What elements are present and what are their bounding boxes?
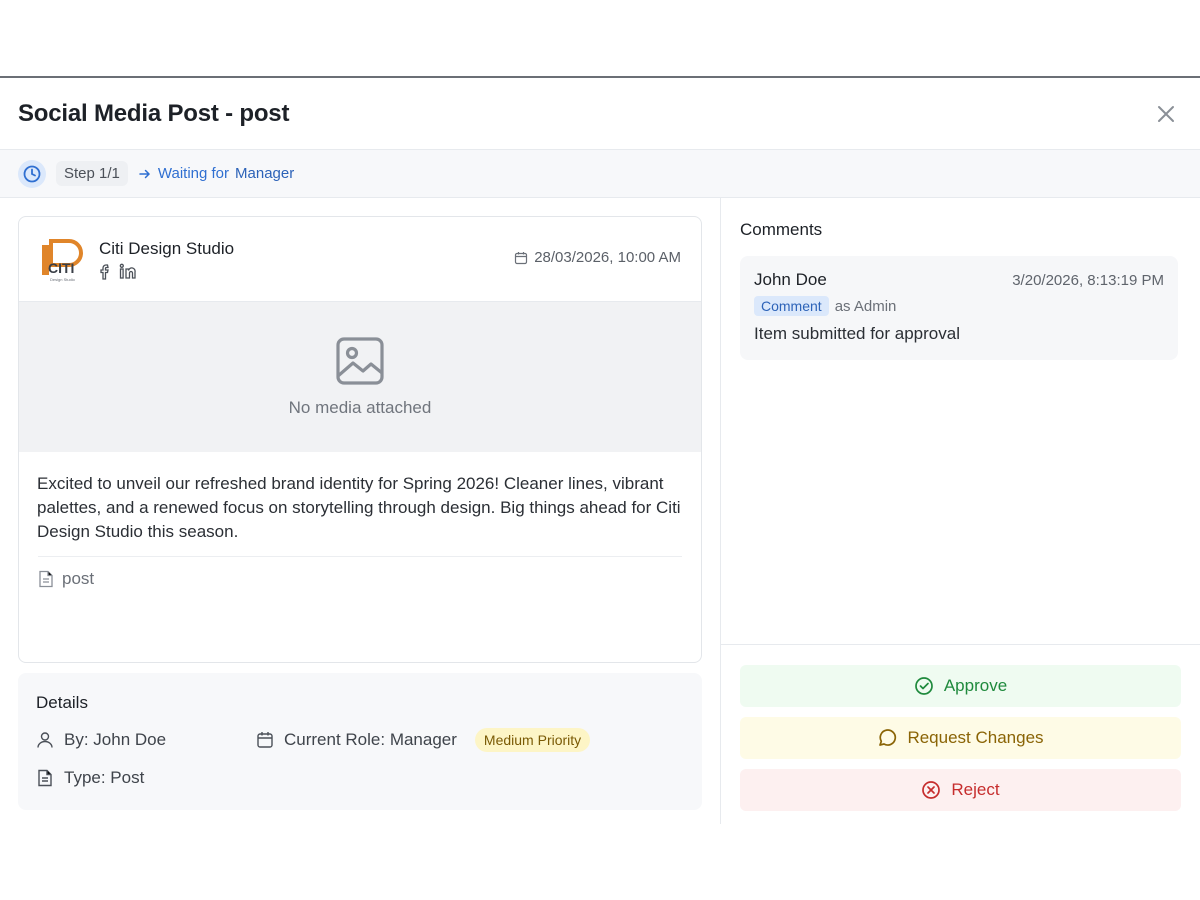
details-panel: Details By: John Doe Current Role: Manag… [18, 673, 702, 810]
reject-label: Reject [951, 780, 1000, 799]
request-changes-button[interactable]: Request Changes [740, 717, 1181, 759]
request-changes-label: Request Changes [907, 728, 1044, 747]
comment-text: Item submitted for approval [754, 324, 960, 343]
comment-item: John Doe 3/20/2026, 8:13:19 PM Comment a… [740, 256, 1178, 360]
priority-badge: Medium Priority [474, 728, 591, 752]
svg-text:CITI: CITI [48, 260, 74, 276]
reject-button[interactable]: Reject [740, 769, 1181, 811]
type-text: Type: Post [64, 768, 145, 787]
media-placeholder-text: No media attached [288, 398, 432, 417]
facebook-icon [100, 263, 109, 280]
svg-text:Design Studio: Design Studio [50, 277, 76, 282]
media-placeholder: No media attached [19, 302, 701, 452]
x-circle-icon [922, 781, 941, 799]
comment-role: as Admin [834, 297, 897, 315]
workflow-status-bar: Step 1/1 Waiting for Manager [0, 150, 1200, 198]
review-modal: Social Media Post - post Step 1/1 Waitin… [0, 76, 1200, 824]
clock-icon [18, 159, 46, 188]
modal-title: Social Media Post - post [18, 99, 290, 127]
approve-label: Approve [943, 676, 1008, 695]
waiting-role: Manager [235, 165, 295, 182]
waiting-status: Waiting for Manager [138, 165, 294, 182]
close-button[interactable] [1152, 100, 1180, 128]
comment-author: John Doe [754, 270, 827, 289]
role-detail: Current Role: Manager [256, 730, 457, 750]
brand-logo: CITI Design Studio [42, 239, 83, 282]
user-icon [37, 732, 53, 748]
calendar-icon [257, 732, 273, 748]
post-header: CITI Design Studio Citi Design Studio 28… [19, 217, 701, 302]
author-detail: By: John Doe [36, 730, 256, 750]
role-text: Current Role: Manager [284, 730, 457, 749]
author-text: By: John Doe [64, 730, 167, 749]
document-icon [38, 769, 52, 787]
post-preview-panel: CITI Design Studio Citi Design Studio 28… [0, 198, 721, 824]
post-type: post [19, 557, 701, 601]
approval-actions: Approve Request Changes Reject [721, 644, 1200, 824]
message-circle-icon [879, 729, 897, 746]
post-card: CITI Design Studio Citi Design Studio 28… [18, 216, 702, 663]
social-networks [99, 263, 234, 280]
comment-type-badge: Comment [754, 296, 829, 316]
type-detail: Type: Post [36, 768, 144, 788]
comments-title: Comments [740, 220, 823, 239]
arrow-right-icon [139, 169, 150, 178]
details-row: Type: Post [36, 767, 684, 789]
check-circle-icon [914, 677, 933, 695]
modal-body: CITI Design Studio Citi Design Studio 28… [0, 198, 1200, 824]
modal-header: Social Media Post - post [0, 78, 1200, 150]
waiting-prefix: Waiting for [157, 165, 230, 182]
brand-info: Citi Design Studio [99, 239, 234, 280]
post-caption: Excited to unveil our refreshed brand id… [37, 474, 681, 541]
step-indicator: Step 1/1 [56, 161, 128, 186]
close-icon [1158, 105, 1174, 122]
post-type-label: post [62, 569, 95, 588]
brand-name: Citi Design Studio [99, 238, 235, 258]
details-title: Details [36, 693, 88, 712]
calendar-icon [515, 251, 528, 264]
approve-button[interactable]: Approve [740, 665, 1181, 707]
comments-section: Comments John Doe 3/20/2026, 8:13:19 PM … [721, 198, 1200, 644]
scheduled-date-text: 28/03/2026, 10:00 AM [534, 249, 681, 266]
comment-timestamp: 3/20/2026, 8:13:19 PM [1012, 272, 1164, 289]
linkedin-icon [119, 263, 136, 279]
scheduled-date: 28/03/2026, 10:00 AM [514, 249, 681, 266]
image-icon [336, 337, 384, 385]
document-icon [39, 570, 53, 588]
details-row: By: John Doe Current Role: Manager Mediu… [36, 728, 684, 752]
review-panel: Comments John Doe 3/20/2026, 8:13:19 PM … [721, 198, 1200, 824]
